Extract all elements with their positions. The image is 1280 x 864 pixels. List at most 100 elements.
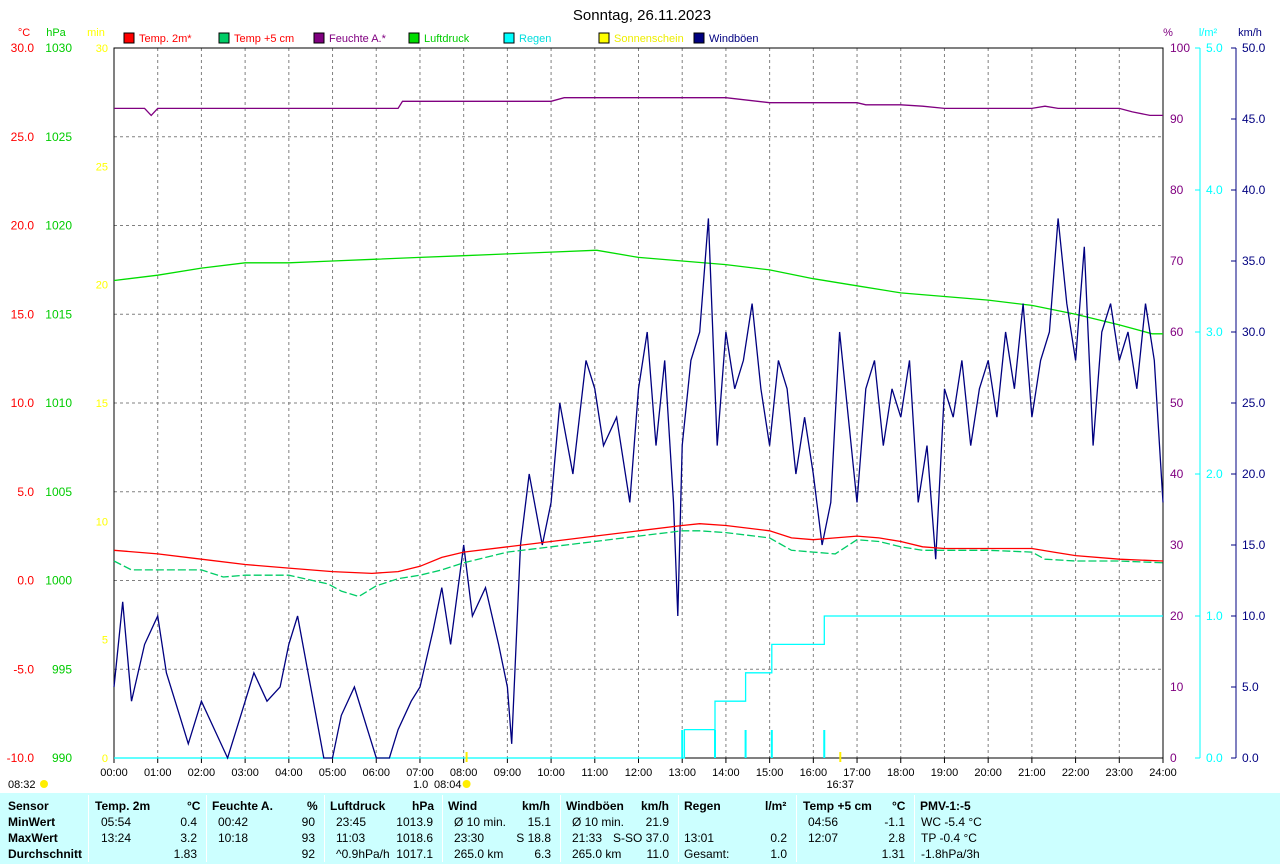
- legend-label: Regen: [519, 33, 551, 45]
- table-cell-pmv: -1.8hPa/3h: [921, 847, 980, 861]
- x-tick-label: 02:00: [188, 767, 216, 779]
- x-tick-label: 21:00: [1018, 767, 1046, 779]
- rain-axis-label: 2.0: [1206, 467, 1223, 481]
- table-cell-pmv: TP -0.4 °C: [921, 831, 977, 845]
- x-tick-label: 16:00: [800, 767, 828, 779]
- legend-swatch: [693, 32, 705, 44]
- pressure-axis-label: 1020: [45, 219, 72, 233]
- table-cell-value: 0.4: [180, 815, 197, 829]
- pressure-axis-label: 1000: [45, 574, 72, 588]
- sunrise-icon: [462, 780, 471, 788]
- wind-axis-label: 25.0: [1242, 396, 1266, 410]
- sunset-time: 16:37: [826, 779, 854, 791]
- x-tick-label: 10:00: [537, 767, 565, 779]
- temp-axis-label: 30.0: [11, 41, 35, 55]
- humidity-axis-label: 70: [1170, 254, 1184, 268]
- table-cell-value: 1.83: [173, 847, 197, 861]
- temp-axis-label: 25.0: [11, 130, 35, 144]
- humidity-axis-label: 30: [1170, 538, 1184, 552]
- table-header-rain: Regen: [684, 799, 721, 813]
- table-header-pmv: PMV-1:-5: [920, 799, 971, 813]
- table-header-gust: Windböen: [566, 799, 624, 813]
- humidity-axis-label: 80: [1170, 183, 1184, 197]
- x-tick-label: 11:00: [581, 767, 608, 779]
- sunshine-axis-unit: min: [87, 27, 105, 39]
- table-cell-value: 1.0: [770, 847, 787, 861]
- temp-axis-label: 5.0: [17, 485, 34, 499]
- x-tick-label: 01:00: [144, 767, 172, 779]
- table-header-humidity: Feuchte A.: [212, 799, 273, 813]
- wind-axis-label: 5.0: [1242, 680, 1259, 694]
- table-cell-value: -1.1: [884, 815, 905, 829]
- table-header-temp5: Temp +5 cm: [803, 799, 872, 813]
- wind-axis-label: 40.0: [1242, 183, 1266, 197]
- x-tick-label: 14:00: [712, 767, 740, 779]
- x-tick-label: 17:00: [843, 767, 871, 779]
- x-tick-label: 19:00: [931, 767, 959, 779]
- x-tick-label: 22:00: [1062, 767, 1090, 779]
- legend-swatch: [313, 32, 325, 44]
- legend-swatch: [503, 32, 515, 44]
- table-cell-value: 6.3: [534, 847, 551, 861]
- legend-label: Temp. 2m*: [139, 33, 192, 45]
- x-tick-label: 04:00: [275, 767, 303, 779]
- wind-axis-label: 10.0: [1242, 609, 1266, 623]
- legend-swatch: [598, 32, 610, 44]
- sunshine-axis-label: 0: [102, 753, 108, 765]
- x-tick-label: 03:00: [231, 767, 259, 779]
- table-header-temp2m-unit: °C: [187, 799, 201, 813]
- x-tick-label: 08:00: [450, 767, 478, 779]
- humidity-axis-label: 40: [1170, 467, 1184, 481]
- rain-axis-label: 3.0: [1206, 325, 1223, 339]
- table-cell-value: S 18.8: [516, 831, 551, 845]
- table-header-pressure-unit: hPa: [412, 799, 435, 813]
- pressure-axis-label: 1005: [45, 485, 72, 499]
- legend-label: Luftdruck: [424, 33, 470, 45]
- temp-axis-label: 15.0: [11, 307, 35, 321]
- temp-axis-label: -5.0: [13, 662, 34, 676]
- table-cell-value: 93: [301, 831, 315, 845]
- pressure-axis-label: 1030: [45, 41, 72, 55]
- wind-axis-label: 20.0: [1242, 467, 1266, 481]
- temp-axis-label: -10.0: [7, 751, 35, 765]
- sunshine-axis-label: 15: [96, 398, 108, 410]
- wind-axis-label: 30.0: [1242, 325, 1266, 339]
- table-cell-value: 1013.9: [396, 815, 433, 829]
- rain-axis-label: 5.0: [1206, 41, 1223, 55]
- table-header-wind: Wind: [448, 799, 478, 813]
- pressure-axis-unit: hPa: [46, 27, 66, 39]
- table-cell-value: 1018.6: [396, 831, 433, 845]
- x-tick-label: 18:00: [887, 767, 915, 779]
- temp-axis-unit: °C: [18, 27, 30, 39]
- sun-icon: [40, 780, 48, 788]
- wind-axis-unit: km/h: [1238, 27, 1262, 39]
- x-tick-label: 20:00: [974, 767, 1002, 779]
- table-row-label: MaxWert: [8, 831, 58, 845]
- pressure-axis-label: 990: [52, 751, 72, 765]
- temp-axis-label: 20.0: [11, 219, 35, 233]
- table-cell-value: 15.1: [527, 815, 551, 829]
- wind-axis-label: 35.0: [1242, 254, 1266, 268]
- pressure-axis-label: 1015: [45, 307, 72, 321]
- table-cell-value: 92: [301, 847, 315, 861]
- legend-swatch: [123, 32, 135, 44]
- rain-axis-label: 4.0: [1206, 183, 1223, 197]
- table-row-label: Durchschnitt: [8, 847, 83, 861]
- wind-axis-label: 15.0: [1242, 538, 1266, 552]
- wind-marker-label: 1.0: [413, 779, 428, 791]
- sunshine-axis-label: 30: [96, 43, 108, 55]
- table-header-temp5-unit: °C: [892, 799, 906, 813]
- rain-axis-label: 0.0: [1206, 751, 1223, 765]
- legend-label: Sonnenschein: [614, 33, 684, 45]
- weather-chart: 00:00 01:00 02:00 03:00 04:00 05:00 06:00 07:00…: [7, 7, 1266, 791]
- humidity-axis-label: 50: [1170, 396, 1184, 410]
- x-tick-label: 09:00: [494, 767, 522, 779]
- sunshine-axis-label: 20: [96, 280, 108, 292]
- table-header-sensor: Sensor: [8, 799, 49, 813]
- pressure-axis-label: 1025: [45, 130, 72, 144]
- table-cell-value: 1.31: [881, 847, 905, 861]
- chart-title: Sonntag, 26.11.2023: [573, 7, 711, 24]
- humidity-axis-label: 100: [1170, 41, 1190, 55]
- x-tick-label: 13:00: [668, 767, 696, 779]
- temp-axis-label: 0.0: [17, 574, 34, 588]
